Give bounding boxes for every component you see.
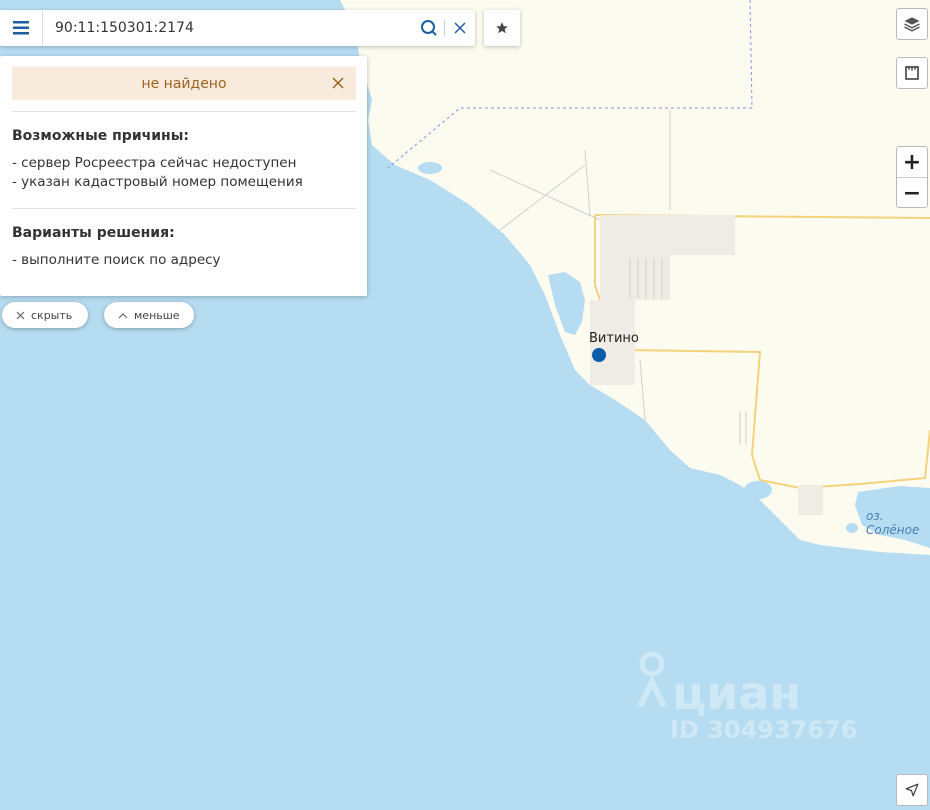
ruler-button[interactable]: [896, 57, 928, 89]
search-icon: [421, 20, 437, 36]
zoom-out-button[interactable]: −: [897, 178, 927, 208]
chevron-up-icon: [118, 312, 128, 318]
hide-label: скрыть: [31, 308, 73, 322]
search-result-panel: не найдено Возможные причины: - сервер Р…: [0, 56, 367, 296]
ruler-icon: [905, 66, 919, 80]
divider: [12, 111, 356, 112]
hamburger-icon: [13, 21, 29, 35]
close-banner-icon[interactable]: [330, 75, 346, 91]
hide-button[interactable]: скрыть: [2, 302, 88, 328]
location-marker: [592, 348, 606, 362]
place-label-vitino: Витино: [589, 331, 639, 346]
divider: [12, 208, 356, 209]
map-pin-icon: [637, 651, 667, 708]
layers-button[interactable]: [896, 8, 928, 40]
search-button[interactable]: [414, 10, 444, 46]
search-input[interactable]: [43, 11, 414, 45]
star-icon: [496, 22, 508, 34]
close-icon: [454, 22, 466, 34]
reasons-title: Возможные причины:: [12, 128, 189, 144]
solutions-title: Варианты решения:: [12, 225, 175, 241]
locate-button[interactable]: [896, 774, 928, 806]
close-icon: [16, 311, 25, 319]
lake-label: оз. Солёное: [866, 509, 920, 537]
menu-button[interactable]: [0, 10, 43, 46]
not-found-banner: не найдено: [12, 67, 356, 100]
watermark-brand: циан: [672, 666, 802, 720]
less-label: меньше: [134, 308, 180, 322]
watermark-id: ID 304937676: [670, 716, 858, 744]
less-button[interactable]: меньше: [104, 302, 194, 328]
favorites-button[interactable]: [484, 10, 520, 46]
layers-icon: [904, 17, 920, 32]
search-bar: [0, 10, 475, 46]
zoom-control: + −: [896, 146, 928, 208]
reason-item: - сервер Росреестра сейчас недоступен: [12, 155, 297, 171]
navigation-arrow-icon: [905, 783, 919, 797]
not-found-text: не найдено: [141, 75, 227, 92]
solution-item: - выполните поиск по адресу: [12, 252, 221, 268]
clear-search-button[interactable]: [445, 10, 475, 46]
cian-watermark: циан ID 304937676: [632, 648, 872, 748]
reason-item: - указан кадастровый номер помещения: [12, 174, 303, 190]
zoom-in-button[interactable]: +: [897, 147, 927, 177]
